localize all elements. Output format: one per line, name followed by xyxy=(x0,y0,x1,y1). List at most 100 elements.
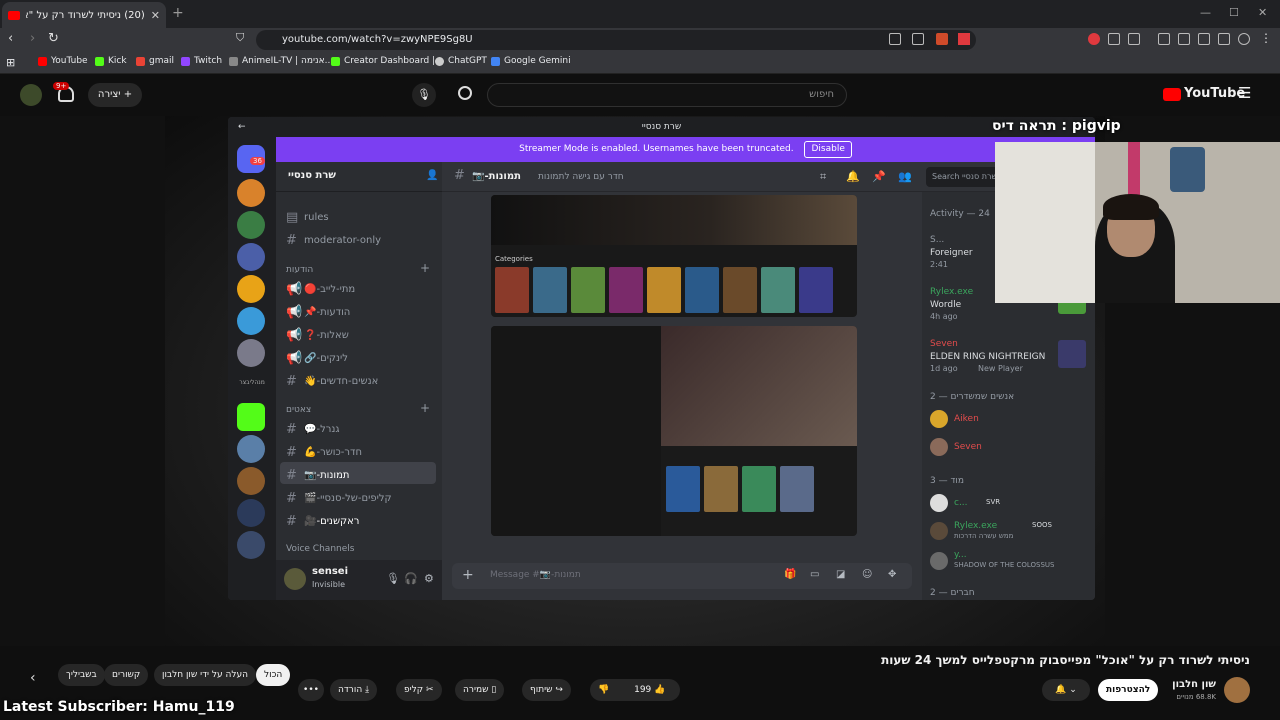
cast-icon[interactable] xyxy=(889,33,901,45)
user-name: sensei xyxy=(312,566,349,577)
category-news: הודעות xyxy=(286,265,314,275)
browser-tab[interactable]: (20) ניסיתי לשרוד רק על "אוכל" מפייסבוק … xyxy=(2,2,166,28)
share-button[interactable]: שיתוף ↪ xyxy=(522,679,571,701)
announce-icon: 📢 xyxy=(286,328,303,343)
wallet-icon[interactable] xyxy=(1198,33,1210,45)
extension-box-icon[interactable] xyxy=(1128,33,1140,45)
chip-uploaded-by[interactable]: העלה על ידי שון חלבון xyxy=(154,664,257,686)
save-icon: ▯ xyxy=(491,685,497,695)
download-button[interactable]: הורדה ⤓ xyxy=(330,679,378,701)
close-window-icon[interactable]: ✕ xyxy=(1258,6,1267,19)
categories-label: Categories xyxy=(495,255,533,263)
invite-icon: 👤 xyxy=(426,170,439,181)
chip-related[interactable]: קשורים xyxy=(104,664,149,686)
bookmarks-bar: ⊞ YouTube Kick gmail Twitch AnimeIL-TV |… xyxy=(0,52,1280,74)
chip-for-you[interactable]: בשביליך xyxy=(58,664,105,686)
channel-name[interactable]: שון חלבון xyxy=(1160,679,1216,690)
bookmark-kick[interactable]: Kick xyxy=(95,56,127,66)
rewards-icon[interactable] xyxy=(958,33,970,45)
channel-live: 📢 🔴-מתי-לייב xyxy=(286,282,356,297)
extensions-icon[interactable] xyxy=(1108,33,1120,45)
apps-icon: ✥ xyxy=(888,569,897,580)
create-button[interactable]: יצירה + xyxy=(88,83,142,107)
server-icon xyxy=(237,499,265,527)
voice-search-icon[interactable]: 🎙 xyxy=(412,83,436,107)
notification-badge: 9+ xyxy=(53,82,70,90)
leo-icon[interactable] xyxy=(1218,33,1230,45)
like-icon[interactable]: 👍 xyxy=(654,685,665,695)
member-sub: SHADOW OF THE COLOSSUS xyxy=(954,561,1055,569)
share-label: שיתוף xyxy=(530,685,553,695)
maximize-icon[interactable]: ☐ xyxy=(1229,6,1239,19)
server-icon xyxy=(237,243,265,271)
reload-icon[interactable]: ↻ xyxy=(48,31,59,46)
member-name: Seven xyxy=(954,442,982,452)
kick-server-icon xyxy=(237,403,265,431)
dislike-icon[interactable]: 👎 xyxy=(598,685,609,695)
channel-gym: # 💪-חדר-כושר xyxy=(286,445,363,460)
activity-user: S... xyxy=(930,235,945,245)
channel-images: # 📷-תמונות xyxy=(286,468,350,483)
latest-subscriber-overlay: Latest Subscriber: Hamu_119 xyxy=(3,699,235,715)
discord-window-title: שרת סנסיי xyxy=(641,122,682,132)
message-placeholder: Message #📷-תמונות xyxy=(490,570,581,580)
browser-tab-bar: (20) ניסיתי לשרוד רק על "אוכל" מפייסבוק … xyxy=(0,0,1280,28)
minimize-icon[interactable]: — xyxy=(1200,6,1211,19)
vpn-icon[interactable] xyxy=(1238,33,1250,45)
activity-meta: 4h ago xyxy=(930,312,958,321)
subscribed-bell-button[interactable]: 🔔 ⌄ xyxy=(1042,679,1090,701)
bookmark-animeil[interactable]: AnimeIL-TV | אנימה... xyxy=(229,56,333,66)
search-input[interactable]: חיפוש xyxy=(487,83,847,107)
share-page-icon[interactable] xyxy=(912,33,924,45)
bookmark-icon[interactable]: ⛉ xyxy=(236,31,244,45)
channel-reactions: # 🎥-ראקשנים xyxy=(286,514,360,529)
activity-game: Foreigner xyxy=(930,248,973,258)
unread-badge: 36 xyxy=(250,157,265,165)
hamburger-menu-icon[interactable]: ☰ xyxy=(1238,84,1251,102)
rules-icon: ▤ xyxy=(286,210,299,225)
url-bar[interactable]: youtube.com/watch?v=zwyNPE9Sg8U xyxy=(256,30,976,50)
threads-icon: ⌗ xyxy=(820,170,827,183)
channel-moderator-only: # moderator-only xyxy=(286,233,382,248)
close-tab-icon[interactable]: ✕ xyxy=(151,9,160,22)
apps-icon[interactable]: ⊞ xyxy=(6,56,15,69)
menu-dots-icon[interactable]: ⋮ xyxy=(1260,31,1272,45)
clip-button[interactable]: קליפ ✂ xyxy=(396,679,442,701)
bookmark-gmail[interactable]: gmail xyxy=(136,56,174,66)
download-label: הורדה xyxy=(338,685,363,695)
youtube-logo-icon[interactable] xyxy=(1163,88,1181,101)
bookmark-youtube[interactable]: YouTube xyxy=(38,56,88,66)
server-icon xyxy=(237,435,265,463)
server-icon xyxy=(237,531,265,559)
forward-icon[interactable]: › xyxy=(30,31,35,46)
save-button[interactable]: שמירה ▯ xyxy=(455,679,505,701)
bookmark-twitch[interactable]: Twitch xyxy=(181,56,222,66)
search-icon[interactable] xyxy=(458,86,472,100)
channel-avatar[interactable] xyxy=(1224,677,1250,703)
media-icon[interactable] xyxy=(1158,33,1170,45)
member-avatar xyxy=(930,410,948,428)
scissors-icon: ✂ xyxy=(426,685,434,695)
sidebar-icon[interactable] xyxy=(1178,33,1190,45)
member-name: y... xyxy=(954,550,967,560)
channel-links: 📢 🔗-לינקים xyxy=(286,351,348,366)
back-icon[interactable]: ‹ xyxy=(8,31,13,46)
mic-icon: 🎙 xyxy=(386,572,400,585)
bookmark-gemini[interactable]: Google Gemini xyxy=(491,56,571,66)
new-tab-icon[interactable]: + xyxy=(172,5,184,21)
channel-rules: ▤ rules xyxy=(286,210,329,225)
clip-label: קליפ xyxy=(404,685,424,695)
brave-shield-icon[interactable] xyxy=(936,33,948,45)
extension-red-icon[interactable] xyxy=(1088,33,1100,45)
join-button[interactable]: להצטרפות xyxy=(1098,679,1159,701)
stream-overlay-title: תראה דיס : pigvip xyxy=(992,118,1121,134)
settings-gear-icon: ⚙ xyxy=(424,572,434,585)
member-avatar xyxy=(930,494,948,512)
more-actions-icon[interactable]: ••• xyxy=(298,679,324,701)
chip-all[interactable]: הכול xyxy=(256,664,291,686)
avatar[interactable] xyxy=(20,84,42,106)
chips-prev-icon[interactable]: ‹ xyxy=(30,670,36,686)
bookmark-chatgpt[interactable]: ChatGPT xyxy=(435,56,487,66)
bookmark-creator-dashboard[interactable]: Creator Dashboard |... xyxy=(331,56,444,66)
channel-clips: # 🎬-קליפים-של-סנסיי xyxy=(286,491,392,506)
